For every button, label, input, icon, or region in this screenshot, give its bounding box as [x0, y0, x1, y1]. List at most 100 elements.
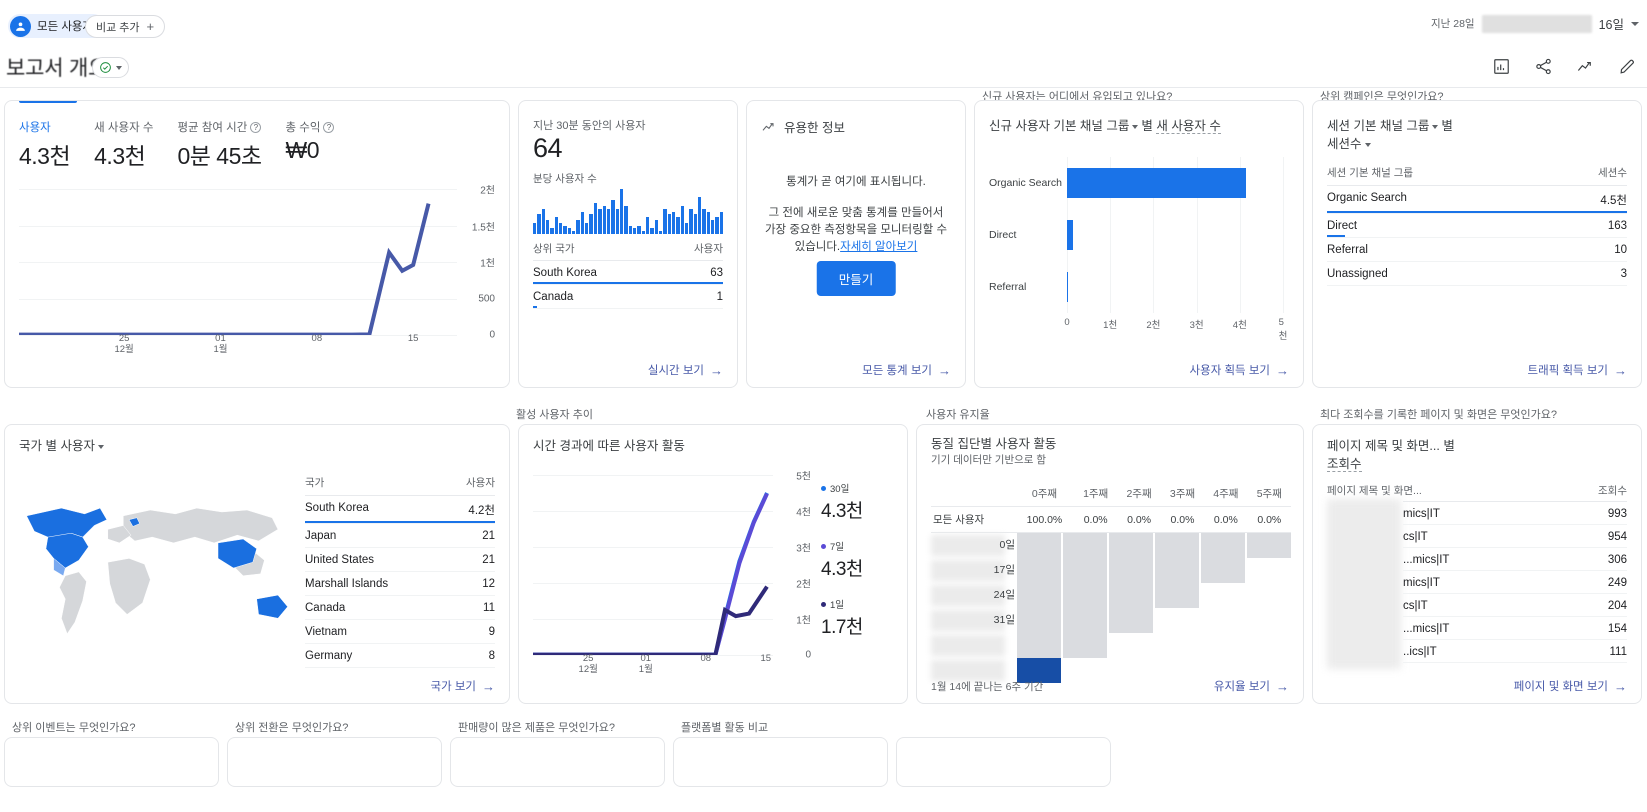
cohort-row-label: 31일	[931, 608, 1015, 633]
metric-tab-avg-engagement[interactable]: 평균 참여 시간? 0분 45초	[177, 119, 262, 171]
column-header-views: 조회수	[1598, 485, 1627, 497]
dimension-selector[interactable]: 페이지 제목 및 화면...	[1327, 439, 1440, 454]
cell-country: Marshall Islands	[305, 578, 389, 590]
retention-note: 1월 14에 끝나는 6주 기간	[931, 681, 1044, 693]
metric-tab-total-revenue[interactable]: 총 수익? ₩0	[286, 119, 335, 171]
sparkline-bar	[719, 211, 724, 234]
table-row[interactable]: South Korea 63	[533, 261, 723, 285]
bar[interactable]	[1067, 168, 1247, 198]
cell-country: United States	[305, 554, 375, 566]
section-title-pages: 최다 조회수를 기록한 페이지 및 화면은 무엇인가요?	[1320, 409, 1557, 421]
arrow-right-icon: →	[710, 362, 723, 378]
table-row[interactable]: cs|IT 204	[1403, 594, 1627, 617]
share-icon[interactable]	[1533, 56, 1553, 76]
footer-link-pages[interactable]: 페이지 및 화면 보기 →	[1514, 678, 1627, 694]
dimension-selector[interactable]: 신규 사용자 기본 채널 그룹	[989, 119, 1129, 134]
help-icon[interactable]: ?	[250, 121, 262, 133]
footer-link-label: 실시간 보기	[647, 365, 704, 377]
table-row[interactable]: ...mics|IT 154	[1403, 617, 1627, 640]
sparkline-bar	[559, 222, 563, 234]
table-row[interactable]: ..ics|IT 111	[1403, 640, 1627, 663]
x-tick-label: 01 1월	[213, 333, 228, 355]
section-title-products: 판매량이 많은 제품은 무엇인가요?	[458, 722, 615, 734]
table-row[interactable]: mics|IT 993	[1403, 501, 1627, 525]
table-row[interactable]: Germany 8	[305, 644, 495, 668]
dimension-selector[interactable]: 국가 별 사용자	[19, 439, 95, 454]
table-row[interactable]: Organic Search 4.5천	[1327, 186, 1627, 214]
sparkline-bar	[563, 225, 567, 234]
chevron-down-icon[interactable]	[1432, 124, 1439, 129]
insights-icon[interactable]	[1491, 56, 1511, 76]
footer-link-user-acquisition[interactable]: 사용자 획득 보기 →	[1190, 362, 1289, 378]
section-title-active-users: 활성 사용자 추이	[516, 409, 593, 421]
y-tick-label: 3천	[796, 543, 811, 555]
table-row[interactable]: Referral 10	[1327, 238, 1627, 262]
cell-channel: Direct	[1327, 220, 1358, 232]
footer-link-all-insights[interactable]: 모든 통계 보기 →	[862, 362, 951, 378]
date-range-selector[interactable]: 지난 28일 16일	[1431, 14, 1639, 33]
help-icon[interactable]: ?	[323, 121, 335, 133]
footer-link-retention[interactable]: 유지율 보기 →	[1214, 678, 1289, 694]
chevron-down-icon[interactable]	[97, 444, 104, 449]
map-selector: 국가 별 사용자	[19, 437, 107, 455]
cell-views: 204	[1607, 599, 1627, 612]
table-row[interactable]: Canada 1	[533, 285, 723, 309]
x-tick-label: 08	[700, 653, 712, 664]
metric-value: ₩0	[285, 137, 320, 163]
table-row[interactable]: South Korea 4.2천	[305, 496, 495, 524]
chevron-down-icon[interactable]	[1132, 124, 1139, 129]
cohort-col-2: 1주째	[1073, 481, 1118, 507]
table-row[interactable]: Canada 11	[305, 596, 495, 620]
retention-title: 동질 집단별 사용자 활동	[931, 437, 1057, 451]
table-row[interactable]: United States 21	[305, 548, 495, 572]
add-comparison-label: 비교 추가	[96, 21, 140, 34]
sparkline-bar	[628, 225, 632, 234]
table-row[interactable]: mics|IT 249	[1403, 571, 1627, 594]
cohort-heatmap-cell	[1109, 558, 1153, 583]
bar[interactable]	[1067, 272, 1068, 302]
metric-selector[interactable]: 조회수	[1327, 457, 1362, 472]
world-map[interactable]	[15, 469, 305, 669]
x-tick-label: 3천	[1189, 320, 1204, 331]
cell-channel: Referral	[1327, 244, 1368, 256]
table-row[interactable]: Japan 21	[305, 524, 495, 548]
learn-more-link[interactable]: 자세히 알아보기	[840, 241, 917, 253]
footer-link-traffic-acquisition[interactable]: 트래픽 획득 보기 →	[1528, 362, 1627, 378]
card-users-overview: 사용자 4.3천 새 사용자 수 4.3천 평균 참여 시간? 0분 45초 총…	[4, 100, 510, 388]
card-realtime: 지난 30분 동안의 사용자 64 분당 사용자 수 상위 국가 사용자 Sou…	[518, 100, 738, 388]
metric-tab-users[interactable]: 사용자 4.3천	[19, 119, 71, 171]
chevron-down-icon[interactable]	[1364, 142, 1371, 147]
sparkline-bar	[533, 222, 537, 234]
table-row[interactable]: cs|IT 954	[1403, 525, 1627, 548]
cell-country: South Korea	[305, 502, 369, 514]
sparkline-bar	[715, 217, 719, 234]
cohort-heatmap-cell	[1063, 633, 1107, 658]
table-row[interactable]: Marshall Islands 12	[305, 572, 495, 596]
cell-country: Germany	[305, 650, 353, 662]
bar[interactable]	[1067, 220, 1074, 250]
footer-link-countries[interactable]: 국가 보기 →	[430, 678, 495, 694]
table-row[interactable]: Vietnam 9	[305, 620, 495, 644]
section-title-events: 상위 이벤트는 무엇인가요?	[12, 722, 136, 734]
table-row[interactable]: Unassigned 3	[1327, 262, 1627, 286]
x-tick-label: 25 12월	[114, 333, 134, 355]
create-insight-button[interactable]: 만들기	[816, 261, 896, 296]
x-tick-label: 5천	[1278, 317, 1288, 342]
cell-country: South Korea	[533, 267, 597, 279]
data-status-badge[interactable]	[92, 57, 129, 78]
sparkline-bar	[572, 231, 576, 234]
metric-selector[interactable]: 새 사용자 수	[1156, 119, 1221, 134]
dimension-selector[interactable]: 세션 기본 채널 그룹	[1327, 119, 1429, 134]
table-row[interactable]: ...mics|IT 306	[1403, 548, 1627, 571]
metric-tab-new-users[interactable]: 새 사용자 수 4.3천	[94, 119, 153, 171]
realtime-per-minute-label: 분당 사용자 수	[533, 173, 597, 185]
footer-link-realtime[interactable]: 실시간 보기 →	[648, 362, 723, 378]
cell-views: 111	[1609, 645, 1627, 658]
metric-selector[interactable]: 세션수	[1327, 137, 1362, 152]
arrow-right-icon: →	[1614, 362, 1627, 378]
add-comparison-button[interactable]: 비교 추가 +	[85, 15, 166, 38]
card-platform-comparison	[673, 737, 888, 787]
table-row[interactable]: Direct 163	[1327, 214, 1627, 238]
trending-up-icon[interactable]	[1575, 56, 1595, 76]
edit-pencil-icon[interactable]	[1617, 56, 1637, 76]
